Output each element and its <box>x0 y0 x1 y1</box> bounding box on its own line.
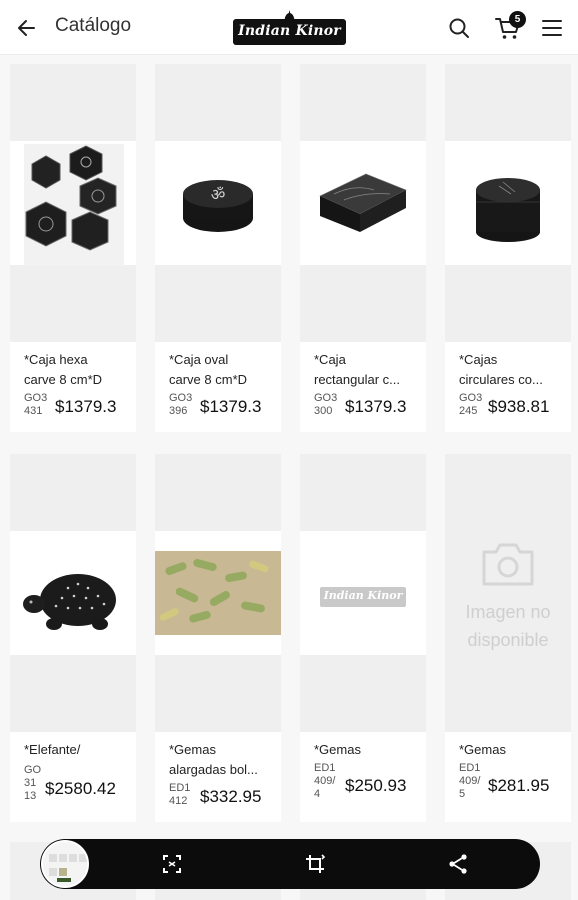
product-price: $250.93 <box>345 776 407 795</box>
rectangular-box-photo <box>319 173 407 232</box>
product-code: ED1 409/ 4 <box>314 762 336 800</box>
product-image <box>155 454 281 732</box>
product-card[interactable]: Imagen no disponible *Gemas ED1 409/ 5 $… <box>445 454 571 822</box>
product-image-placeholder: Imagen no disponible <box>445 454 571 732</box>
product-code: GO3 245 <box>459 392 483 417</box>
product-name: *Caja oval <box>169 352 229 367</box>
product-price: $281.95 <box>488 776 550 795</box>
logo-text: Indian Kinor <box>238 23 341 39</box>
product-image <box>300 64 426 342</box>
product-name: *Caja hexa <box>24 352 88 367</box>
screenshot-thumbnail[interactable] <box>41 840 89 888</box>
svg-text:ॐ: ॐ <box>211 185 226 204</box>
product-name: *Gemas <box>459 742 506 757</box>
back-arrow-icon[interactable] <box>14 15 40 41</box>
product-image <box>10 454 136 732</box>
thumbnail-preview <box>43 842 87 886</box>
no-image-text: Imagen no disponible <box>465 602 551 650</box>
camera-icon <box>482 543 534 586</box>
product-name: *Elefante/ <box>24 742 81 757</box>
product-price: $332.95 <box>200 787 262 806</box>
product-price: $938.81 <box>488 397 550 416</box>
scan-icon[interactable] <box>160 852 184 876</box>
share-icon[interactable] <box>446 852 470 876</box>
hexagonal-boxes-photo <box>24 144 124 266</box>
product-name-line2: carve 8 cm*D <box>24 372 103 387</box>
product-code: GO3 396 <box>169 392 193 417</box>
product-code: GO3 300 <box>314 392 338 417</box>
product-card[interactable]: Indian Kinor *Gemas ED1 409/ 4 $250.93 <box>300 454 426 822</box>
product-name-line2: carve 8 cm*D <box>169 372 248 387</box>
round-box-photo <box>476 178 540 242</box>
product-image: Indian Kinor <box>300 454 426 732</box>
product-card[interactable]: *Caja hexa carve 8 cm*D GO3 431 $1379.3 <box>10 64 136 432</box>
product-name: *Caja <box>314 352 346 367</box>
product-card[interactable]: *Elefante/ GO 31 13 $2580.42 <box>10 454 136 822</box>
product-image <box>10 64 136 342</box>
cart-count-badge: 5 <box>509 11 526 28</box>
product-price: $1379.3 <box>345 397 407 416</box>
turtle-figure-photo <box>23 574 116 630</box>
product-code: ED1 412 <box>169 782 191 807</box>
search-icon[interactable] <box>447 16 471 40</box>
product-card[interactable]: ॐ *Caja oval carve 8 cm*D GO3 396 $1379.… <box>155 64 281 432</box>
product-code: GO3 431 <box>24 392 48 417</box>
product-card[interactable]: *Caja rectangular c... GO3 300 $1379.3 <box>300 64 426 432</box>
product-name: *Gemas <box>169 742 216 757</box>
screenshot-toolbar <box>40 839 540 889</box>
hamburger-menu-icon[interactable] <box>540 17 564 39</box>
product-card[interactable]: *Cajas circulares co... GO3 245 $938.81 <box>445 64 571 432</box>
product-image: ॐ <box>155 64 281 342</box>
page-title: Catálogo <box>55 15 132 36</box>
product-image <box>445 64 571 342</box>
brand-logo[interactable]: Indian Kinor <box>233 9 346 47</box>
crop-rotate-icon[interactable] <box>303 852 327 876</box>
oval-om-box-photo: ॐ <box>183 180 253 232</box>
product-card[interactable]: *Gemas alargadas bol... ED1 412 $332.95 <box>155 454 281 822</box>
product-name-line2: alargadas bol... <box>169 762 258 777</box>
product-price: $1379.3 <box>200 397 262 416</box>
gems-bag-photo <box>155 551 281 635</box>
product-name: *Gemas <box>314 742 361 757</box>
product-price: $1379.3 <box>55 397 117 416</box>
product-name-line2: rectangular c... <box>314 372 400 387</box>
product-name: *Cajas <box>459 352 498 367</box>
product-price: $2580.42 <box>45 779 116 798</box>
product-name-line2: circulares co... <box>459 372 543 387</box>
app-header: Catálogo Indian Kinor 5 <box>0 0 578 55</box>
logo-placeholder-text: Indian Kinor <box>323 589 403 602</box>
product-code: ED1 409/ 5 <box>459 762 481 800</box>
